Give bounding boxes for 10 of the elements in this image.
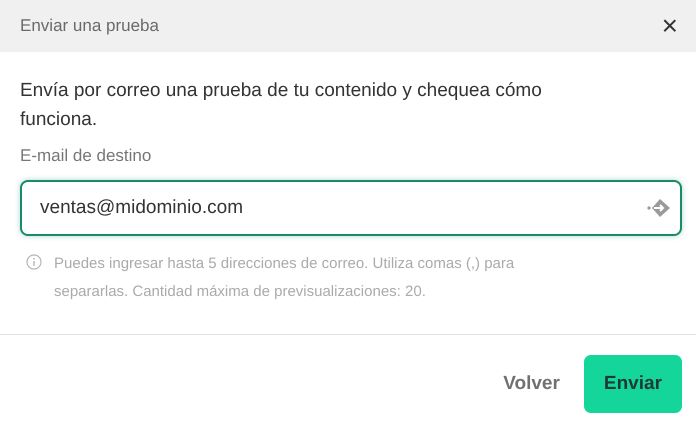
dialog-title: Enviar una prueba: [20, 16, 159, 36]
hint-text: Puedes ingresar hasta 5 direcciones de correo. Utiliza comas (,) para separarlas. Cantidad máxima de previsualizaciones: 20.: [54, 254, 516, 302]
back-button[interactable]: Volver: [499, 365, 564, 403]
close-button[interactable]: ×: [658, 12, 682, 40]
description-text: Envía por correo una prueba de tu contenido y chequea cómo funciona.: [20, 79, 543, 132]
info-icon: [26, 254, 42, 270]
field-label: E-mail de destino: [20, 146, 152, 166]
email-input-field[interactable]: ventas@midominio.com: [20, 180, 682, 236]
send-arrow-icon[interactable]: [646, 197, 672, 219]
send-button[interactable]: Enviar: [584, 355, 682, 413]
